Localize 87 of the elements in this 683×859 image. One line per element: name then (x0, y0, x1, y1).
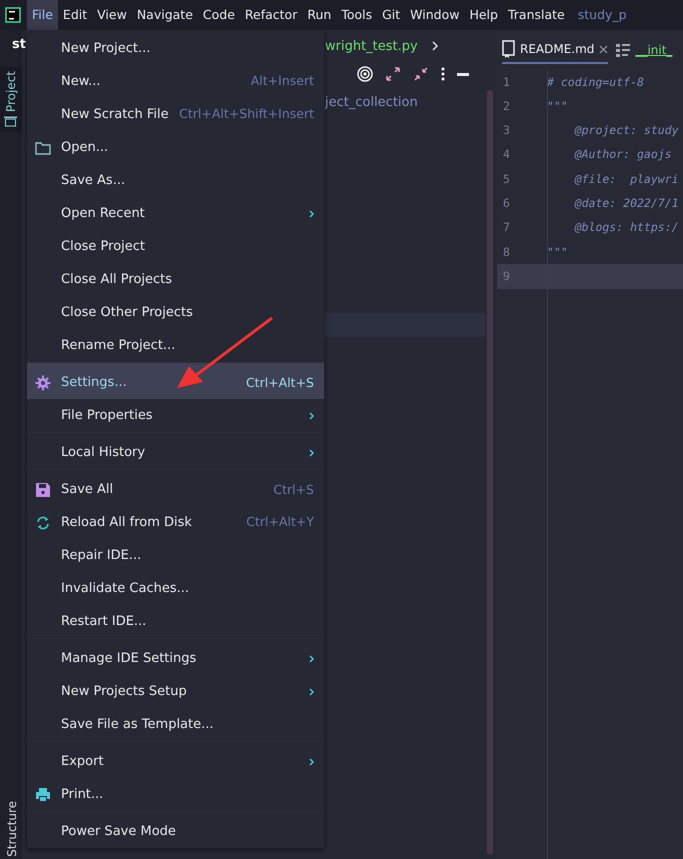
menu-item[interactable]: Open... (27, 131, 324, 164)
editor-tab[interactable]: README.md (502, 36, 608, 64)
line-number: 2 (502, 98, 511, 115)
scrollbar[interactable] (487, 90, 493, 855)
shortcut-label: Ctrl+Alt+S (246, 374, 314, 392)
submenu-chevron-icon (309, 210, 314, 218)
menu-bar-item[interactable]: Tools (336, 0, 378, 30)
menu-item[interactable]: Invalidate Caches... (27, 572, 324, 605)
menu-bar-item[interactable]: Window (405, 0, 464, 30)
menu-item[interactable]: Local History (27, 432, 324, 469)
submenu-chevron-icon (309, 449, 314, 457)
structure-tool-tab[interactable]: Structure (3, 801, 21, 857)
menu-item[interactable]: Print... (27, 778, 324, 811)
panel-title: st (12, 36, 26, 54)
menu-item[interactable]: Save File as Template... (27, 708, 324, 741)
code-line: """ (546, 98, 568, 115)
laptop-icon (4, 116, 18, 128)
tree-item[interactable]: ject_collection (325, 93, 418, 112)
code-line: @blogs: https:/ (574, 219, 679, 236)
menu-item[interactable]: New Projects Setup (27, 675, 324, 708)
menu-item[interactable]: Repair IDE... (27, 539, 324, 572)
menu-item[interactable]: Close Project (27, 230, 324, 263)
menu-item[interactable]: Close Other Projects (27, 296, 324, 329)
menu-bar-item[interactable]: Navigate (132, 0, 198, 30)
more-options-icon (441, 67, 445, 81)
project-title: study_p (578, 6, 627, 24)
menu-item[interactable]: Rename Project... (27, 329, 324, 362)
structure-icon (616, 43, 630, 57)
submenu-chevron-icon (309, 688, 314, 696)
line-number: 3 (502, 122, 511, 140)
line-number: 1 (502, 74, 511, 91)
menu-bar-item[interactable]: Edit (58, 0, 92, 30)
project-tool-tab[interactable]: Project (0, 67, 22, 132)
menu-item[interactable]: Export (27, 741, 324, 778)
code-line: @file: playwri (574, 170, 679, 188)
code-line: @Author: gaojs (574, 146, 672, 164)
menu-item[interactable]: New... Alt+Insert (27, 65, 324, 98)
menu-item[interactable]: Settings... Ctrl+Alt+S (27, 362, 324, 399)
menu-bar-item[interactable]: File (27, 0, 58, 30)
reload-icon (35, 514, 51, 530)
menu-bar-item[interactable]: Git (377, 0, 406, 30)
submenu-chevron-icon (309, 412, 314, 420)
chevron-right-icon (432, 41, 439, 51)
app-logo-icon (5, 7, 21, 23)
submenu-chevron-icon (309, 655, 314, 663)
menu-bar-item[interactable]: Translate (502, 0, 570, 30)
menu-bar-item[interactable]: Run (302, 0, 336, 30)
printer-icon (35, 786, 51, 802)
code-line: @project: study (574, 122, 679, 140)
menu-item[interactable]: Close All Projects (27, 263, 324, 296)
gear-icon (35, 375, 51, 391)
shortcut-label: Ctrl+Alt+Shift+Insert (179, 105, 314, 124)
submenu-chevron-icon (309, 758, 314, 766)
code-line: @date: 2022/7/1 (574, 195, 679, 212)
menu-item[interactable]: Open Recent (27, 197, 324, 230)
menu-item[interactable]: Save All Ctrl+S (27, 469, 324, 506)
book-icon (502, 40, 515, 58)
menu-item[interactable]: New Scratch File Ctrl+Alt+Shift+Insert (27, 98, 324, 131)
code-line: # coding=utf-8 (546, 74, 644, 91)
menu-bar-item[interactable]: View (92, 0, 132, 30)
menu-item[interactable]: Power Save Mode (27, 811, 324, 848)
line-number: 4 (502, 146, 511, 164)
shortcut-label: Alt+Insert (250, 72, 314, 90)
target-icon (357, 66, 373, 82)
line-number: 6 (502, 195, 511, 212)
menu-item[interactable]: Save As... (27, 164, 324, 197)
line-number: 5 (502, 170, 511, 188)
breadcrumb-link[interactable]: wright_test.py (325, 37, 418, 56)
menu-item[interactable]: Manage IDE Settings (27, 638, 324, 675)
menu-bar-item[interactable]: Refactor (240, 0, 302, 30)
close-icon (599, 44, 608, 54)
collapse-icon (413, 66, 429, 82)
menu-item[interactable]: Restart IDE... (27, 605, 324, 638)
line-number: 8 (502, 244, 511, 261)
expand-icon (385, 66, 401, 82)
shortcut-label: Ctrl+Alt+Y (246, 513, 314, 532)
menu-item[interactable]: New Project... (27, 32, 324, 65)
menu-item[interactable]: Reload All from Disk Ctrl+Alt+Y (27, 506, 324, 539)
line-number: 7 (502, 219, 511, 236)
menu-item[interactable]: File Properties (27, 399, 324, 432)
editor-tab[interactable]: __init_ (616, 37, 672, 63)
shortcut-label: Ctrl+S (273, 480, 314, 499)
menu-bar-item[interactable]: Code (198, 0, 240, 30)
code-line: """ (546, 244, 568, 261)
menu-bar-item[interactable]: Help (464, 0, 503, 30)
folder-icon (35, 140, 51, 156)
line-number: 9 (502, 268, 511, 285)
